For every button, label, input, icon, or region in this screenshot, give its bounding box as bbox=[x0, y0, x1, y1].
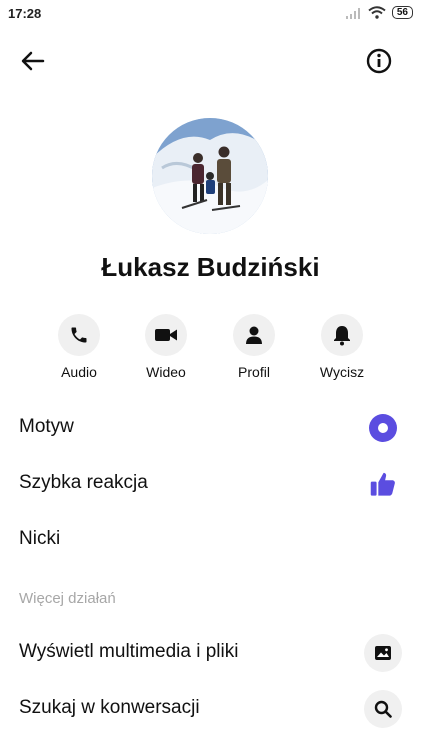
wifi-icon bbox=[368, 6, 386, 19]
bell-icon bbox=[334, 326, 350, 346]
search-conversation-button[interactable] bbox=[364, 690, 402, 728]
profile-button[interactable]: Profil bbox=[212, 314, 296, 380]
search-conversation-label: Szukaj w konwersacji bbox=[19, 697, 200, 718]
phone-icon bbox=[71, 327, 87, 343]
profile-label: Profil bbox=[238, 364, 270, 380]
avatar-photo bbox=[152, 118, 268, 234]
video-call-label: Wideo bbox=[146, 364, 186, 380]
quick-reaction-label: Szybka reakcja bbox=[19, 472, 148, 493]
profile-name: Łukasz Budziński bbox=[101, 252, 320, 282]
back-button[interactable] bbox=[16, 46, 50, 76]
battery-indicator: 56 bbox=[391, 6, 413, 19]
quick-reaction-row[interactable]: Szybka reakcja bbox=[0, 459, 421, 509]
theme-color-icon bbox=[369, 414, 397, 442]
quick-actions: Audio Wideo Profil Wycisz bbox=[0, 314, 421, 384]
media-files-row[interactable]: Wyświetl multimedia i pliki bbox=[0, 628, 421, 678]
media-files-button[interactable] bbox=[364, 634, 402, 672]
mute-circle bbox=[321, 314, 363, 356]
status-icons: 56 bbox=[345, 6, 413, 19]
status-time: 17:28 bbox=[8, 6, 42, 21]
quick-reaction-indicator bbox=[364, 465, 402, 503]
more-actions-heading: Więcej działań bbox=[19, 590, 116, 607]
nicknames-row[interactable]: Nicki bbox=[0, 515, 421, 565]
profile-circle bbox=[233, 314, 275, 356]
media-files-label: Wyświetl multimedia i pliki bbox=[19, 641, 239, 662]
signal-icon bbox=[345, 7, 360, 19]
thumbs-up-icon bbox=[370, 472, 395, 496]
info-circle-icon bbox=[366, 48, 392, 74]
mute-label: Wycisz bbox=[319, 364, 365, 380]
info-button[interactable] bbox=[363, 46, 395, 76]
person-icon bbox=[246, 326, 262, 344]
audio-call-label: Audio bbox=[61, 364, 97, 380]
image-icon bbox=[375, 646, 391, 660]
theme-label: Motyw bbox=[19, 416, 74, 437]
video-camera-icon bbox=[155, 329, 177, 341]
nicknames-label: Nicki bbox=[19, 528, 61, 549]
theme-row[interactable]: Motyw bbox=[0, 403, 421, 453]
audio-call-circle bbox=[58, 314, 100, 356]
audio-call-button[interactable]: Audio bbox=[37, 314, 121, 380]
theme-indicator bbox=[364, 409, 402, 447]
video-call-button[interactable]: Wideo bbox=[124, 314, 208, 380]
search-conversation-row[interactable]: Szukaj w konwersacji bbox=[0, 684, 421, 734]
search-icon bbox=[374, 700, 392, 718]
status-bar: 17:28 56 bbox=[0, 0, 421, 30]
video-call-circle bbox=[145, 314, 187, 356]
mute-button[interactable]: Wycisz bbox=[300, 314, 384, 380]
arrow-left-icon bbox=[21, 51, 45, 71]
avatar[interactable] bbox=[152, 118, 268, 234]
